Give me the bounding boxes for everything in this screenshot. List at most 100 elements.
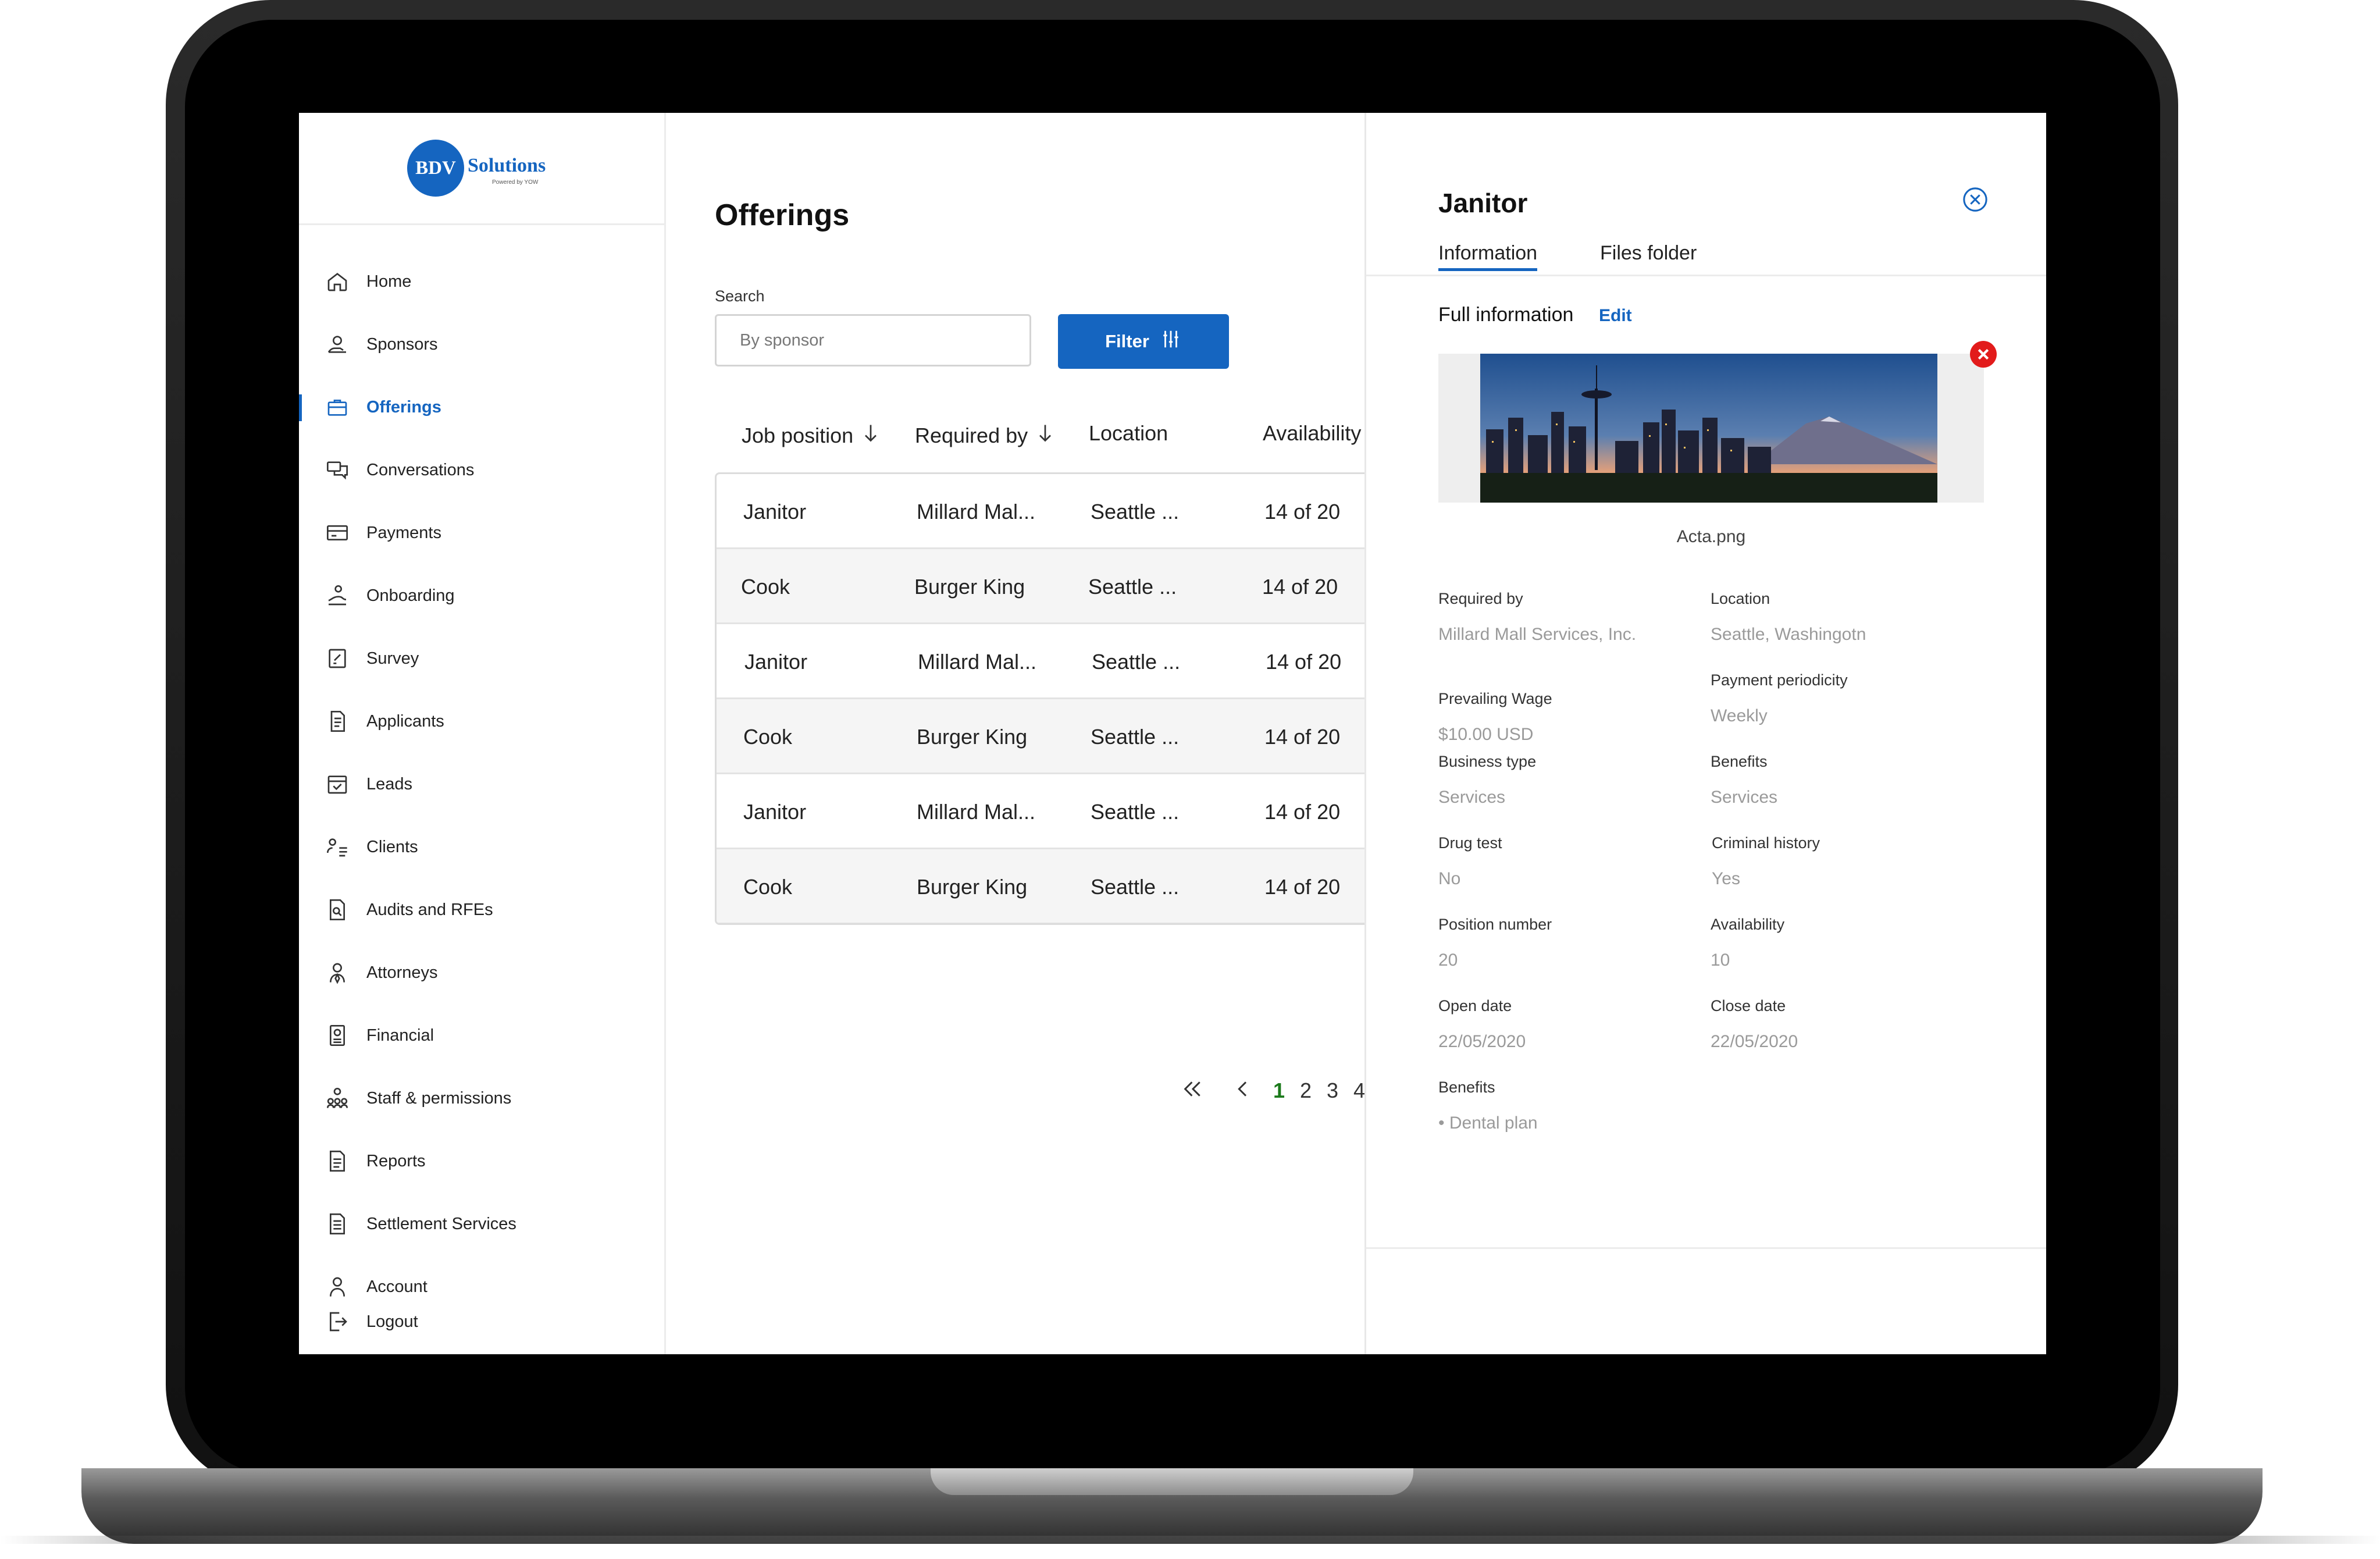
field-value-close-date: 22/05/2020 <box>1711 1032 1798 1051</box>
cell-location: Seattle ... <box>1092 650 1181 674</box>
sidebar-item-clients[interactable]: Clients <box>299 824 664 870</box>
field-value-open-date: 22/05/2020 <box>1438 1032 1526 1051</box>
sidebar-item-label: Leads <box>366 774 413 793</box>
column-header-availability[interactable]: Availability <box>1263 421 1361 446</box>
sidebar-item-logout[interactable]: Logout <box>299 1298 664 1345</box>
field-label-drug-test: Drug test <box>1438 834 1502 852</box>
settlement-icon <box>326 1212 349 1236</box>
sort-arrow-down-icon <box>1035 421 1056 450</box>
field-label-location: Location <box>1711 590 1770 607</box>
table-row[interactable]: Cook Burger King Seattle ... 14 of 20 <box>717 849 1389 923</box>
logout-icon <box>326 1310 349 1333</box>
sidebar-item-label: Applicants <box>366 711 444 731</box>
field-label-open-date: Open date <box>1438 997 1512 1015</box>
sidebar-item-applicants[interactable]: Applicants <box>299 698 664 745</box>
sidebar-item-payments[interactable]: Payments <box>299 510 664 556</box>
cell-position: Cook <box>743 725 793 749</box>
cell-location: Seattle ... <box>1091 875 1180 899</box>
page-3[interactable]: 3 <box>1327 1079 1338 1103</box>
cell-required-by: Burger King <box>917 875 1028 899</box>
sidebar-item-label: Survey <box>366 649 419 668</box>
sidebar-item-financial[interactable]: Financial <box>299 1012 664 1059</box>
cell-location: Seattle ... <box>1091 500 1180 524</box>
edit-link[interactable]: Edit <box>1599 306 1632 326</box>
field-label-prevailing-wage: Prevailing Wage <box>1438 690 1552 707</box>
field-value-criminal-history: Yes <box>1712 869 1740 888</box>
cell-location: Seattle ... <box>1091 800 1180 824</box>
cell-location: Seattle ... <box>1091 725 1180 749</box>
tab-files-folder[interactable]: Files folder <box>1600 242 1697 265</box>
column-header-label: Required by <box>915 423 1028 447</box>
sidebar-item-home[interactable]: Home <box>299 258 664 305</box>
sidebar-item-audits[interactable]: Audits and RFEs <box>299 887 664 933</box>
sidebar-item-label: Onboarding <box>366 586 455 605</box>
cell-required-by: Millard Mal... <box>917 800 1036 824</box>
column-header-location[interactable]: Location <box>1089 421 1168 446</box>
previous-page-icon[interactable] <box>1231 1077 1255 1106</box>
close-icon[interactable] <box>1962 186 1989 213</box>
briefcase-icon <box>326 396 349 419</box>
sidebar-item-leads[interactable]: Leads <box>299 761 664 807</box>
sidebar-item-staff[interactable]: Staff & permissions <box>299 1075 664 1122</box>
field-value-drug-test: No <box>1438 869 1461 888</box>
field-value-prevailing-wage: $10.00 USD <box>1438 725 1534 744</box>
sidebar-item-label: Clients <box>366 837 418 856</box>
first-page-icon[interactable] <box>1181 1077 1205 1106</box>
panel-footer-divider <box>1366 1247 2046 1249</box>
field-label-availability: Availability <box>1711 916 1785 933</box>
main-content: Offerings Search Filter Job position Req… <box>666 113 1389 1354</box>
cell-position: Janitor <box>743 800 807 824</box>
table-row[interactable]: Cook Burger King Seattle ... 14 of 20 <box>717 699 1389 774</box>
image-preview[interactable] <box>1438 354 1984 503</box>
column-header-job-position[interactable]: Job position <box>742 421 881 450</box>
user-icon <box>326 1275 349 1298</box>
cell-availability: 14 of 20 <box>1264 500 1341 524</box>
table-row[interactable]: Janitor Millard Mal... Seattle ... 14 of… <box>717 774 1389 849</box>
field-label-business-type: Business type <box>1438 753 1537 770</box>
sidebar-item-sponsors[interactable]: Sponsors <box>299 321 664 368</box>
page-4[interactable]: 4 <box>1353 1079 1365 1103</box>
table-row[interactable]: Janitor Millard Mal... Seattle ... 14 of… <box>717 624 1389 699</box>
onboarding-icon <box>326 584 349 607</box>
tab-information[interactable]: Information <box>1438 242 1538 271</box>
card-icon <box>326 521 349 544</box>
sidebar-item-attorneys[interactable]: Attorneys <box>299 949 664 996</box>
cell-position: Janitor <box>743 500 807 524</box>
filter-button[interactable]: Filter <box>1058 314 1229 369</box>
column-header-required-by[interactable]: Required by <box>915 421 1056 450</box>
logo-word: Solutions <box>468 155 546 176</box>
table-row[interactable]: Cook Burger King Seattle ... 14 of 20 <box>717 549 1389 624</box>
sidebar-item-survey[interactable]: Survey <box>299 635 664 682</box>
field-label-benefits-list: Benefits <box>1438 1079 1495 1096</box>
sort-arrow-down-icon <box>860 421 881 450</box>
clients-icon <box>326 835 349 859</box>
sidebar-item-label: Audits and RFEs <box>366 900 493 919</box>
field-label-criminal-history: Criminal history <box>1712 834 1820 852</box>
financial-icon <box>326 1024 349 1047</box>
cell-availability: 14 of 20 <box>1264 800 1341 824</box>
leads-icon <box>326 773 349 796</box>
laptop-shadow <box>0 1536 2380 1544</box>
page-1[interactable]: 1 <box>1273 1079 1285 1103</box>
cell-location: Seattle ... <box>1088 575 1177 599</box>
sidebar-item-onboarding[interactable]: Onboarding <box>299 572 664 619</box>
sidebar-item-conversations[interactable]: Conversations <box>299 447 664 493</box>
sliders-icon <box>1160 328 1182 355</box>
field-value-benefits: Services <box>1711 788 1778 807</box>
sidebar-item-offerings[interactable]: Offerings <box>299 384 664 430</box>
logo[interactable]: BDV Solutions Powered by YOW <box>299 113 664 225</box>
sidebar-item-label: Account <box>366 1277 427 1296</box>
field-value-business-type: Services <box>1438 788 1506 807</box>
city-skyline-image <box>1480 354 1937 503</box>
laptop-notch <box>931 1468 1413 1495</box>
search-input[interactable] <box>715 314 1031 366</box>
field-label-position-number: Position number <box>1438 916 1552 933</box>
cell-required-by: Millard Mal... <box>917 500 1036 524</box>
sidebar-item-reports[interactable]: Reports <box>299 1138 664 1184</box>
logo-tagline: Powered by YOW <box>492 179 539 186</box>
table-row[interactable]: Janitor Millard Mal... Seattle ... 14 of… <box>717 474 1389 549</box>
sidebar-item-settlement[interactable]: Settlement Services <box>299 1201 664 1247</box>
cell-availability: 14 of 20 <box>1264 875 1341 899</box>
remove-image-icon[interactable] <box>1970 341 1997 368</box>
page-2[interactable]: 2 <box>1300 1079 1312 1103</box>
